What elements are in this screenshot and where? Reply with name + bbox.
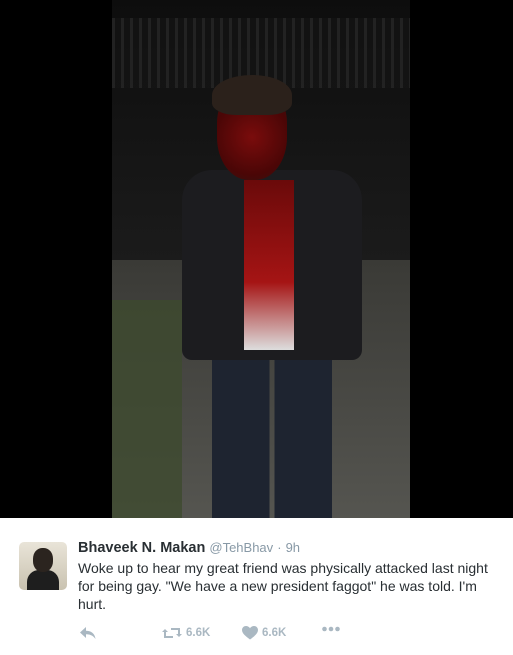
- avatar[interactable]: [19, 542, 67, 590]
- tweet-text: Woke up to hear my great friend was phys…: [78, 560, 488, 612]
- author-handle[interactable]: @TehBhav: [209, 540, 273, 555]
- like-button[interactable]: 6.6K: [242, 626, 286, 640]
- photo-subject: [172, 70, 372, 518]
- separator-dot: ·: [277, 540, 282, 555]
- reply-icon: [80, 627, 96, 639]
- more-icon: [322, 626, 340, 632]
- tweet-timestamp[interactable]: 9h: [286, 540, 300, 555]
- tweet-photo[interactable]: [112, 0, 410, 518]
- tweet: Bhaveek N. Makan @TehBhav · 9h Woke up t…: [0, 518, 513, 655]
- heart-icon: [242, 626, 258, 640]
- retweet-icon: [162, 628, 182, 638]
- author-name[interactable]: Bhaveek N. Makan: [78, 540, 205, 556]
- reply-button[interactable]: [80, 626, 96, 640]
- tweet-media[interactable]: [0, 0, 513, 518]
- retweet-count: 6.6K: [186, 627, 211, 639]
- like-count: 6.6K: [262, 627, 287, 639]
- tweet-header: Bhaveek N. Makan @TehBhav · 9h: [78, 540, 300, 556]
- more-button[interactable]: [322, 626, 340, 632]
- retweet-button[interactable]: 6.6K: [162, 626, 210, 640]
